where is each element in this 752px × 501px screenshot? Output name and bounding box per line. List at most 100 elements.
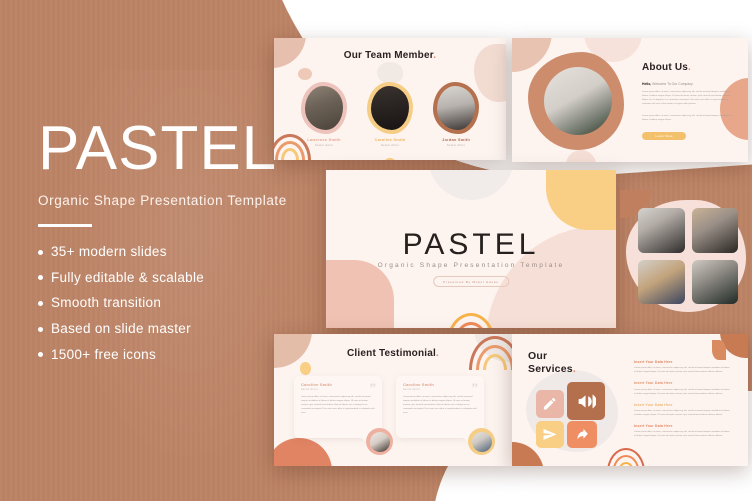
service-body: Lorem ipsum dolor sit amet, consectetur … — [634, 431, 730, 438]
testimonial-avatar-ring — [468, 428, 495, 455]
bullet-icon — [38, 301, 43, 306]
member-photo-frame — [367, 82, 413, 134]
about-lead-bold: Hello, — [642, 82, 652, 86]
testimonial-author: Caroline Smith — [301, 382, 333, 387]
avatar — [305, 86, 343, 130]
slide-title-testimonial: Client Testimonial. — [274, 348, 512, 359]
feature-label: Based on slide master — [51, 321, 191, 337]
edit-icon[interactable] — [536, 390, 564, 418]
list-item: Smooth transition — [38, 294, 288, 312]
services-icon-cluster — [536, 382, 614, 448]
about-lead: Hello, Welcome To Our Company — [642, 82, 693, 86]
title-accent-dot: . — [572, 362, 576, 375]
member-photo-frame — [301, 82, 347, 134]
photo-grid — [638, 208, 738, 304]
presented-by-badge: Presented By Mokol Hasan — [433, 276, 509, 287]
member-role: Senior Artist — [381, 143, 399, 147]
slide-preview-team[interactable]: Our Team Member. Lawrence Smith Senior A… — [274, 38, 506, 160]
list-item: Insert Your Data Here Lorem ipsum dolor … — [634, 403, 732, 417]
slide-preview-services[interactable]: Our Services. Insert Your Data Here Lore… — [512, 334, 748, 466]
list-item: Fully editable & scalable — [38, 269, 288, 287]
megaphone-icon[interactable] — [567, 382, 605, 420]
slide-title-text: Client Testimonial — [347, 348, 436, 359]
slide-title-team: Our Team Member. — [274, 50, 506, 61]
main-yellow-blob — [546, 170, 616, 230]
main-slide-title: PASTEL — [402, 228, 540, 261]
main-slide-subtitle: Organic Shape Presentation Template — [377, 262, 565, 269]
page-title: PASTEL — [38, 114, 278, 183]
about-photo — [544, 67, 612, 135]
member-name: Lawrence Smith — [307, 137, 341, 142]
slide-title-text: About Us — [642, 62, 689, 73]
testimonial-card[interactable]: ” Caroline Smith Senior Artist Lorem ips… — [396, 376, 484, 445]
title-accent-dot: . — [436, 348, 439, 359]
testi-yellow-dot — [300, 362, 311, 375]
testimonial-text: Lorem ipsum dolor sit amet, consectetur … — [403, 395, 477, 414]
feature-label: Smooth transition — [51, 295, 162, 311]
list-item: Insert Your Data Here Lorem ipsum dolor … — [634, 424, 732, 438]
slide-title-line1: Our — [528, 350, 548, 362]
photo-grid-panel[interactable] — [620, 190, 750, 320]
hero-panel: PASTEL Organic Shape Presentation Templa… — [38, 114, 288, 372]
feature-label: 1500+ free icons — [51, 346, 156, 362]
member-role: Senior Artist — [315, 143, 333, 147]
services-list: Insert Your Data Here Lorem ipsum dolor … — [634, 360, 732, 445]
photo-thumbnail[interactable] — [691, 259, 738, 304]
testimonial-author: Caroline Smith — [403, 382, 435, 387]
share-icon[interactable] — [567, 421, 597, 448]
photo-thumbnail[interactable] — [691, 208, 738, 253]
list-item: 35+ modern slides — [38, 243, 288, 261]
slide-title-line2: Services — [528, 362, 573, 375]
testimonial-text: Lorem ipsum dolor sit amet, consectetur … — [301, 395, 375, 414]
testi-red-blob — [274, 438, 332, 466]
photo-thumbnail[interactable] — [638, 259, 685, 304]
hero-divider — [38, 224, 92, 227]
title-accent-dot: . — [433, 50, 437, 61]
slide-preview-main[interactable]: PASTEL Organic Shape Presentation Templa… — [326, 170, 616, 328]
team-leaf-blob — [377, 62, 403, 84]
feature-label: 35+ modern slides — [51, 243, 167, 259]
list-item: 1500+ free icons — [38, 346, 288, 364]
about-right-circle — [720, 78, 748, 140]
slide-preview-about[interactable]: About Us. Hello, Welcome To Our Company … — [512, 38, 748, 162]
team-member-card[interactable]: Caroline Smith Senior Artist — [367, 82, 413, 147]
service-heading: Insert Your Data Here — [634, 402, 673, 407]
about-lead-rest: Welcome To Our Company — [651, 82, 693, 86]
team-member-row: Lawrence Smith Senior Artist Caroline Sm… — [274, 82, 506, 147]
paper-plane-icon[interactable] — [536, 421, 564, 448]
avatar — [437, 86, 475, 130]
member-name: Caroline Smith — [374, 137, 406, 142]
service-body: Lorem ipsum dolor sit amet, consectetur … — [634, 409, 730, 416]
bullet-icon — [38, 275, 43, 281]
testimonial-role: Senior Artist — [301, 388, 318, 392]
testimonial-role: Senior Artist — [403, 388, 420, 392]
about-paragraph-2: Lorem ipsum dolor sit amet, consectetur … — [642, 115, 732, 122]
service-heading: Insert Your Data Here — [634, 381, 673, 386]
team-member-card[interactable]: Jordan Smith Senior Artist — [433, 82, 479, 147]
feature-list: 35+ modern slides Fully editable & scala… — [38, 243, 288, 364]
list-item: Based on slide master — [38, 320, 288, 338]
avatar — [471, 431, 492, 452]
about-paragraph-1: Lorem ipsum dolor sit amet, consectetur … — [642, 91, 732, 106]
slide-preview-testimonial[interactable]: Client Testimonial. ” Caroline Smith Sen… — [274, 334, 512, 466]
testimonial-card[interactable]: ” Caroline Smith Senior Artist Lorem ips… — [294, 376, 382, 445]
bullet-icon — [38, 352, 43, 358]
quote-icon: ” — [471, 380, 479, 395]
member-photo-frame — [433, 82, 479, 134]
testimonial-avatar-ring — [366, 428, 393, 455]
team-bottom-dot — [383, 158, 397, 160]
hero-subtitle: Organic Shape Presentation Template — [38, 192, 287, 208]
photo-thumbnail[interactable] — [638, 208, 685, 253]
rainbow-arc-decoration — [445, 312, 497, 328]
list-item: Insert Your Data Here Lorem ipsum dolor … — [634, 360, 732, 374]
team-small-dot — [298, 68, 312, 80]
rainbow-arc-decoration — [606, 448, 646, 466]
main-top-blob — [428, 170, 514, 200]
list-item: Insert Your Data Here Lorem ipsum dolor … — [634, 381, 732, 395]
slide-title-text: Our Team Member — [343, 50, 434, 61]
service-heading: Insert Your Data Here — [634, 360, 673, 364]
team-member-card[interactable]: Lawrence Smith Senior Artist — [301, 82, 347, 147]
avatar — [371, 86, 409, 130]
bullet-icon — [38, 326, 43, 332]
learn-more-button[interactable]: Learn More — [642, 132, 686, 140]
